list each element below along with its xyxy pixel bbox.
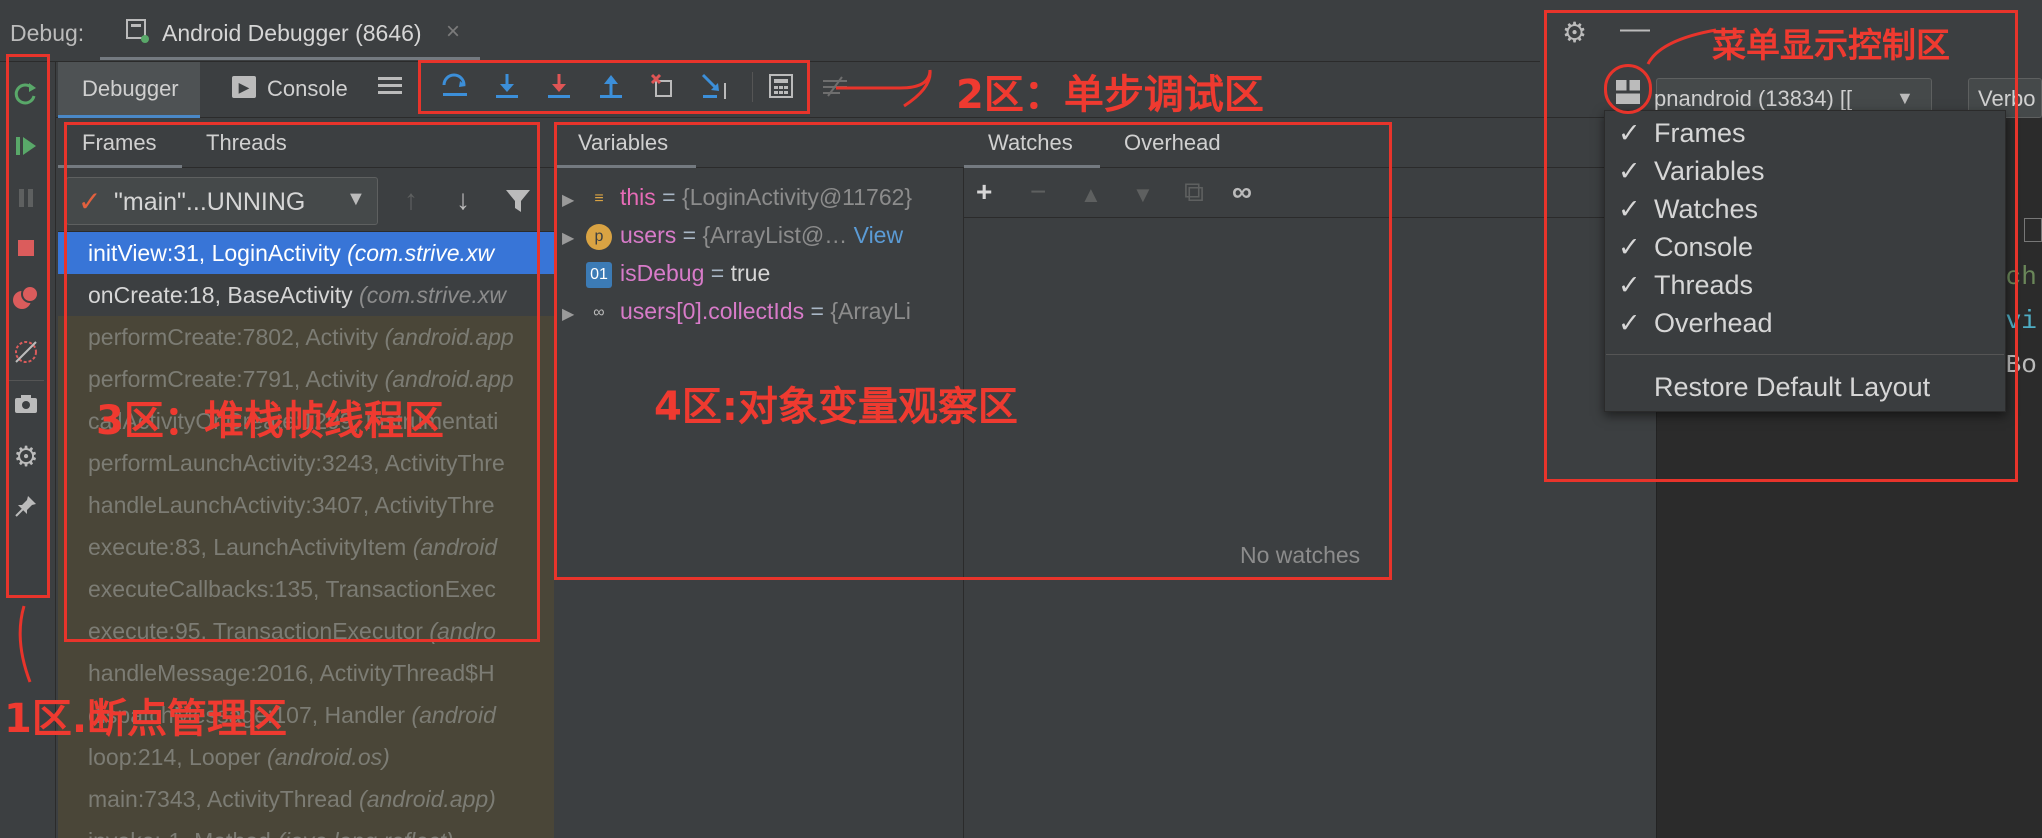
- menu-zone-label: 菜单显示控制区: [1712, 26, 1950, 66]
- menu-zone-arrow: [1646, 28, 1717, 65]
- zone2-label: 2区：单步调试区: [956, 72, 1264, 118]
- zone4-label: 4区:对象变量观察区: [654, 384, 1018, 430]
- zone1-arrow: [18, 605, 32, 683]
- zone3-label: 3区：堆栈帧线程区: [96, 398, 444, 444]
- zone1-label: 1区.断点管理区: [4, 696, 288, 742]
- zone2-arrow: [836, 69, 932, 108]
